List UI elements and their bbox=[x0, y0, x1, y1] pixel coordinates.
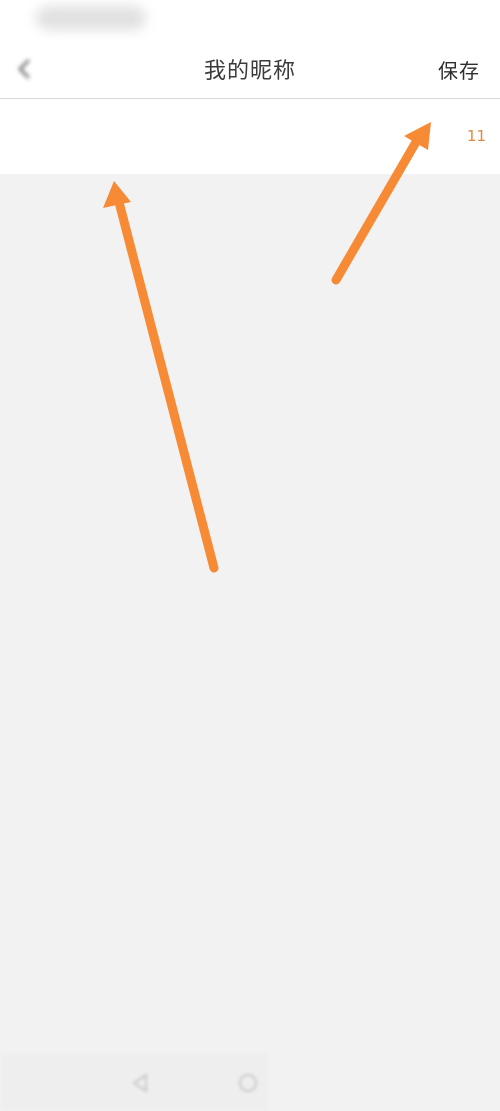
annotation-arrow-to-input bbox=[103, 181, 219, 573]
char-count: 11 bbox=[466, 127, 486, 145]
status-bar bbox=[0, 0, 500, 40]
status-bar-info bbox=[36, 6, 146, 30]
nav-home-icon[interactable] bbox=[236, 1071, 260, 1095]
system-nav-bar bbox=[0, 1053, 268, 1111]
nav-bar: 我的昵称 保存 bbox=[0, 40, 500, 99]
page-title: 我的昵称 bbox=[203, 59, 296, 84]
nickname-input[interactable] bbox=[16, 123, 440, 153]
save-button[interactable]: 保存 bbox=[438, 40, 480, 98]
nickname-input-row: 11 bbox=[0, 99, 500, 174]
nav-back-icon[interactable] bbox=[128, 1071, 152, 1095]
